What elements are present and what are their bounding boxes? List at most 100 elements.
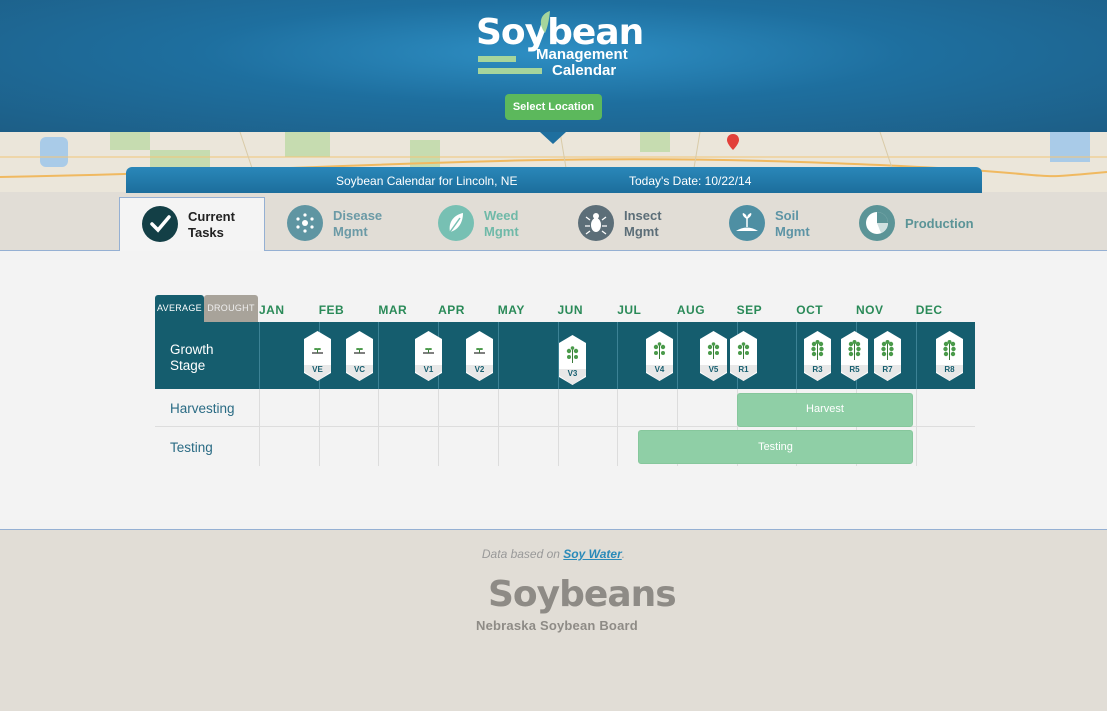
- stage-badge-r5[interactable]: R5: [841, 331, 868, 381]
- testing-label: Testing: [170, 440, 213, 455]
- tab-weed-mgmt[interactable]: Weed Mgmt: [416, 197, 566, 251]
- stage-code: V2: [474, 365, 485, 374]
- month-label: NOV: [856, 303, 884, 317]
- map-pointer: [540, 132, 566, 144]
- grid-line: [438, 389, 440, 466]
- stage-badge-v3[interactable]: V3: [559, 335, 586, 385]
- growth-stage-label: Growth Stage: [170, 342, 214, 373]
- soybean-plant-icon: [566, 346, 579, 363]
- drought-toggle[interactable]: DROUGHT: [204, 295, 258, 322]
- header: Soybean Management Calendar Select Locat…: [0, 0, 1107, 132]
- stage-badge-v5[interactable]: V5: [700, 331, 727, 381]
- month-label: JUL: [617, 303, 642, 317]
- stage-code: V1: [423, 365, 434, 374]
- tab-label: Production: [905, 216, 974, 231]
- harvest-bar[interactable]: Harvest: [737, 393, 913, 427]
- soybean-plant-icon: [737, 342, 750, 359]
- weed-leaf-icon: [438, 205, 474, 241]
- month-label: FEB: [318, 303, 345, 317]
- nebraska-soybean-board: Nebraska Soybean Board: [476, 618, 638, 633]
- month-label: MAY: [497, 303, 525, 317]
- stage-code: R1: [738, 365, 749, 374]
- stage-code: V3: [567, 369, 578, 378]
- soybean-plant-icon: [653, 342, 666, 359]
- soybeans-logo: Soybeans: [488, 574, 677, 615]
- data-credit: Data based on Soy Water.: [481, 547, 626, 561]
- column-divider: [676, 322, 678, 389]
- stage-code: R5: [849, 365, 860, 374]
- month-label: OCT: [796, 303, 824, 317]
- soybean-plant-icon: [474, 348, 485, 354]
- month-label: JUN: [557, 303, 584, 317]
- soybean-plant-icon: [312, 348, 323, 354]
- average-toggle[interactable]: AVERAGE: [155, 295, 204, 322]
- footer: Data based on Soy Water. Soybeans Nebras…: [0, 530, 1107, 711]
- stage-code: V5: [708, 365, 719, 374]
- stage-badge-v4[interactable]: V4: [646, 331, 673, 381]
- stage-code: V4: [654, 365, 665, 374]
- production-pie-icon: [859, 205, 895, 241]
- insect-icon: [578, 205, 614, 241]
- logo-subtitle: Management: [536, 46, 628, 63]
- column-divider: [497, 322, 499, 389]
- leaf-icon: [540, 11, 550, 33]
- stage-badge-vc[interactable]: VC: [346, 331, 373, 381]
- grid-line: [557, 389, 559, 466]
- tab-current-tasks[interactable]: Current Tasks: [119, 197, 265, 252]
- calendar-location: Soybean Calendar for Lincoln, NE: [336, 174, 518, 188]
- column-divider: [259, 322, 260, 389]
- tab-soil-mgmt[interactable]: Soil Mgmt: [707, 197, 857, 251]
- stage-badge-r7[interactable]: R7: [874, 331, 901, 381]
- logo-bar: [478, 68, 542, 74]
- soybean-plant-icon: [881, 340, 894, 360]
- month-label: MAR: [378, 303, 408, 317]
- column-divider: [915, 322, 917, 389]
- grid-line: [259, 389, 260, 466]
- month-label: AUG: [676, 303, 706, 317]
- stage-badge-r8[interactable]: R8: [936, 331, 963, 381]
- month-label: JAN: [259, 303, 285, 317]
- location-info-bar: Soybean Calendar for Lincoln, NE Today's…: [126, 167, 982, 193]
- grid-line: [318, 389, 320, 466]
- stage-code: R8: [944, 365, 955, 374]
- soybean-plant-icon: [848, 340, 861, 360]
- soybean-plant-icon: [354, 348, 365, 354]
- logo-subtitle: Calendar: [552, 62, 617, 79]
- stage-badge-v1[interactable]: V1: [415, 331, 442, 381]
- soy-water-link[interactable]: Soy Water: [563, 547, 621, 561]
- soybean-plant-icon: [423, 348, 434, 354]
- soil-icon: [729, 205, 765, 241]
- stage-badge-v2[interactable]: V2: [466, 331, 493, 381]
- check-icon: [142, 206, 178, 242]
- grid-line: [378, 389, 380, 466]
- column-divider: [617, 322, 619, 389]
- testing-bar[interactable]: Testing: [638, 430, 913, 464]
- select-location-button[interactable]: Select Location: [505, 94, 602, 120]
- month-label: SEP: [736, 303, 763, 317]
- stage-code: R3: [812, 365, 823, 374]
- tab-bar: Current Tasks Disease Mgmt Weed Mgmt Insect…: [0, 193, 1107, 252]
- stage-code: R7: [882, 365, 893, 374]
- soybean-plant-icon: [707, 342, 720, 359]
- month-label: DEC: [915, 303, 943, 317]
- month-label: APR: [438, 303, 465, 317]
- logo-bar: [478, 56, 516, 62]
- soybean-plant-icon: [811, 340, 824, 360]
- grid-line: [497, 389, 499, 466]
- column-divider: [796, 322, 798, 389]
- todays-date: Today's Date: 10/22/14: [629, 174, 752, 188]
- soybean-plant-icon: [943, 340, 956, 360]
- soybean-calendar-logo[interactable]: Soybean Management Calendar: [474, 8, 644, 82]
- stage-badge-r1[interactable]: R1: [730, 331, 757, 381]
- grid-line: [915, 389, 917, 466]
- calendar-panel: AVERAGE DROUGHT JAN FEB MAR APR MAY JUN JUL AUG…: [0, 251, 1107, 530]
- tab-disease-mgmt[interactable]: Disease Mgmt: [265, 197, 415, 251]
- stage-badge-ve[interactable]: VE: [304, 331, 331, 381]
- stage-code: VC: [353, 365, 366, 374]
- stage-code: VE: [312, 365, 323, 374]
- harvesting-label: Harvesting: [170, 401, 235, 416]
- stage-badge-r3[interactable]: R3: [804, 331, 831, 381]
- tab-production[interactable]: Production: [837, 197, 997, 251]
- grid-line: [617, 389, 619, 466]
- tab-insect-mgmt[interactable]: Insect Mgmt: [556, 197, 706, 251]
